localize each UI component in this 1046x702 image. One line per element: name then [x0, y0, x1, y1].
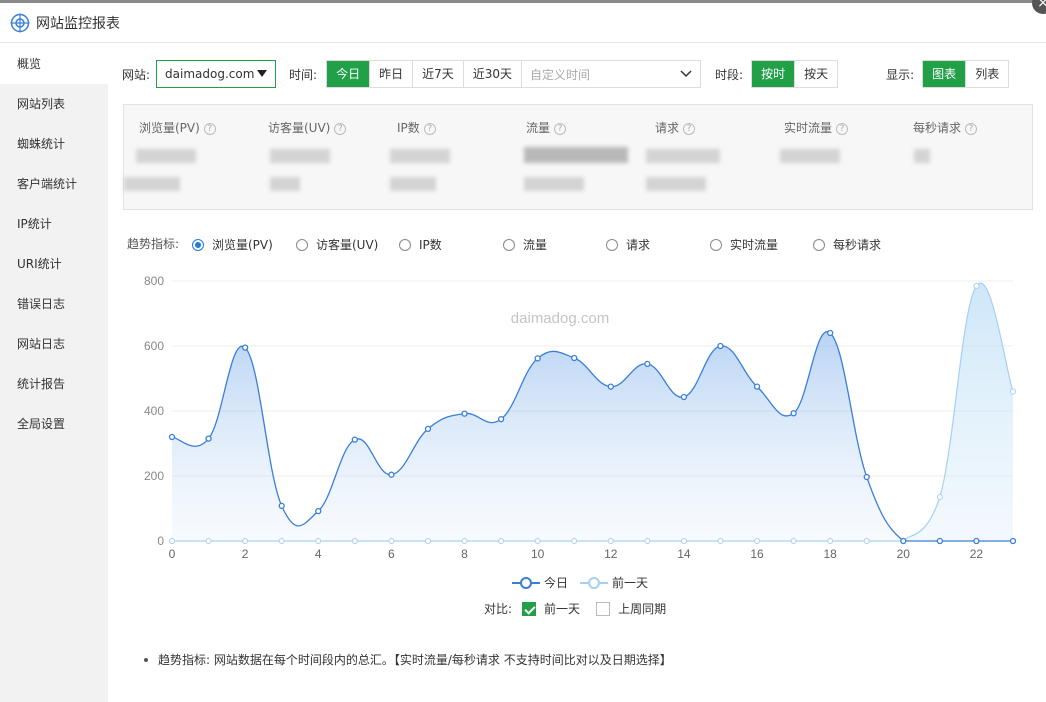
today-point: [607, 383, 614, 390]
legend-yesterday-marker-icon: [580, 576, 609, 589]
today-point: [205, 435, 212, 442]
today-point: [827, 329, 834, 337]
sidebar-item-global-settings[interactable]: 全局设置: [0, 404, 108, 444]
x-tick-label: 14: [677, 547, 691, 561]
sidebar-item-ip-stats[interactable]: IP统计: [0, 204, 108, 244]
sidebar-item-site-list[interactable]: 网站列表: [0, 84, 108, 124]
x-tick-label: 10: [531, 547, 545, 561]
yesterday-point: [644, 538, 651, 544]
yesterday-point: [936, 494, 943, 501]
today-point: [278, 502, 285, 510]
sidebar-item-site-log[interactable]: 网站日志: [0, 324, 108, 364]
yesterday-point: [351, 538, 358, 544]
yesterday-point: [242, 538, 249, 544]
chart-legend: 今日 前一天: [512, 574, 660, 591]
legend-today-marker-icon: [512, 576, 540, 589]
today-point: [168, 433, 176, 441]
today-point: [863, 473, 870, 481]
yesterday-point: [278, 538, 285, 544]
today-point: [497, 415, 505, 423]
yesterday-point: [717, 538, 724, 544]
today-point: [900, 537, 907, 545]
main-panel: 网站: daimadog.com 时间: 今日 昨日 近7天 近30天 自定义时…: [108, 44, 1046, 702]
legend-item-today[interactable]: 今日: [512, 574, 568, 591]
x-tick-label: 8: [461, 547, 468, 561]
bullet-icon: [144, 657, 148, 662]
yesterday-point: [388, 538, 395, 544]
x-tick-label: 16: [750, 547, 764, 561]
x-tick-label: 0: [169, 547, 176, 561]
today-point: [461, 410, 468, 417]
legend-yesterday-label: 前一天: [612, 576, 649, 590]
today-point: [424, 425, 432, 433]
today-point: [351, 436, 358, 443]
today-point: [388, 471, 395, 478]
sidebar-item-client-stats[interactable]: 客户端统计: [0, 164, 108, 204]
yesterday-point: [498, 538, 505, 544]
yesterday-point: [827, 538, 834, 544]
yesterday-point: [754, 538, 761, 544]
x-tick-label: 4: [315, 547, 322, 561]
yesterday-point: [680, 538, 687, 544]
sidebar: 概览 网站列表 蜘蛛统计 客户端统计 IP统计 URI统计 错误日志 网站日志 …: [0, 44, 108, 702]
sidebar-item-uri-stats[interactable]: URI统计: [0, 244, 108, 284]
yesterday-point: [461, 538, 468, 544]
footnote: 趋势指标: 网站数据在每个时间段内的总汇。【实时流量/每秒请求 不支持时间比对以…: [144, 651, 672, 668]
sidebar-item-spider-stats[interactable]: 蜘蛛统计: [0, 124, 108, 164]
x-tick-label: 22: [970, 547, 984, 561]
yesterday-point: [863, 538, 870, 544]
chart-watermark: daimadog.com: [511, 310, 609, 327]
yesterday-point: [169, 538, 175, 544]
footnote-text: 趋势指标: 网站数据在每个时间段内的总汇。【实时流量/每秒请求 不支持时间比对以…: [158, 653, 672, 667]
compare-row: 对比: 前一天 上周同期: [484, 600, 666, 617]
today-area: [172, 331, 1013, 541]
today-point: [680, 393, 688, 401]
compare-last-week-label: 上周同期: [618, 602, 667, 616]
today-point: [315, 507, 322, 515]
x-tick-label: 2: [242, 547, 249, 561]
compare-last-week-checkbox[interactable]: [596, 601, 611, 616]
yesterday-point: [973, 282, 980, 289]
trend-chart: 0 200 400 600 800 0 2 4 6 8 10 12 14 16 18 20 22 daimadog…: [144, 274, 1017, 561]
y-tick-label: 600: [144, 339, 164, 353]
today-point: [717, 342, 724, 350]
window-title: 网站监控报表: [36, 15, 120, 32]
sidebar-item-overview[interactable]: 概览: [0, 44, 108, 84]
x-tick-label: 12: [604, 547, 618, 561]
y-tick-label: 400: [144, 404, 164, 418]
yesterday-point: [424, 538, 431, 544]
today-point: [571, 354, 578, 362]
y-tick-label: 0: [157, 534, 164, 548]
titlebar: 网站监控报表: [0, 3, 1046, 43]
yesterday-point: [790, 538, 797, 544]
yesterday-point: [205, 538, 212, 544]
compare-prev-day-label: 前一天: [544, 602, 581, 616]
legend-item-yesterday[interactable]: 前一天: [580, 574, 648, 591]
compare-prev-day-checkbox[interactable]: [522, 601, 537, 616]
y-tick-label: 800: [144, 274, 164, 288]
today-point: [936, 537, 944, 545]
yesterday-point: [534, 538, 541, 544]
compare-label: 对比:: [484, 602, 513, 616]
sidebar-item-report[interactable]: 统计报告: [0, 364, 108, 404]
today-point: [1009, 537, 1017, 545]
yesterday-point: [315, 538, 322, 544]
today-point: [790, 410, 797, 417]
yesterday-point: [571, 538, 578, 544]
today-point: [973, 537, 980, 545]
sidebar-item-error-log[interactable]: 错误日志: [0, 284, 108, 324]
today-point: [241, 344, 249, 351]
monitor-logo-icon: [10, 13, 30, 32]
today-point: [753, 383, 761, 390]
y-tick-label: 200: [144, 469, 164, 483]
yesterday-point: [1010, 388, 1016, 395]
x-tick-label: 6: [388, 547, 395, 561]
yesterday-point: [607, 538, 614, 544]
x-tick-label: 18: [823, 547, 837, 561]
legend-today-label: 今日: [544, 576, 569, 590]
today-point: [644, 360, 651, 368]
x-tick-label: 20: [897, 547, 911, 561]
today-point: [534, 355, 541, 362]
